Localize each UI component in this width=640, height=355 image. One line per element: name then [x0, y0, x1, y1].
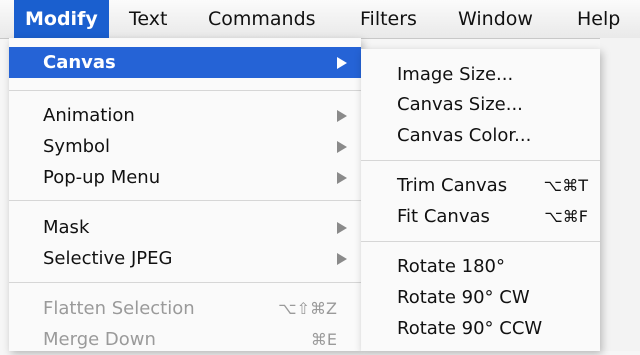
menu-item-merge-down[interactable]: Merge Down ⌘E	[9, 324, 361, 355]
menu-item-label: Animation	[43, 105, 135, 126]
submenu-item-canvas-color[interactable]: Canvas Color...	[361, 120, 600, 151]
submenu-item-rotate-90-ccw[interactable]: Rotate 90° CCW	[361, 313, 600, 344]
menu-item-mask[interactable]: Mask	[9, 212, 361, 243]
application-backdrop	[600, 38, 640, 351]
submenu-item-image-size[interactable]: Image Size...	[361, 59, 600, 90]
chevron-right-icon	[337, 110, 347, 122]
submenu-separator	[361, 241, 600, 242]
submenu-item-rotate-180[interactable]: Rotate 180°	[361, 251, 600, 282]
submenu-item-label: Canvas Size...	[397, 94, 523, 115]
chevron-right-icon	[337, 172, 347, 184]
submenu-item-label: Trim Canvas	[397, 175, 508, 196]
submenu-item-shortcut: ⌥⌘F	[544, 207, 588, 226]
submenu-item-trim-canvas[interactable]: Trim Canvas ⌥⌘T	[361, 170, 600, 201]
menu-item-label: Selective JPEG	[43, 248, 173, 269]
menu-item-label: Merge Down	[43, 329, 156, 350]
menu-item-animation[interactable]: Animation	[9, 100, 361, 131]
menubar-item-modify[interactable]: Modify	[14, 0, 109, 38]
submenu-item-label: Rotate 180°	[397, 256, 506, 277]
chevron-right-icon	[337, 253, 347, 265]
menubar-item-text[interactable]: Text	[118, 0, 178, 38]
menubar-item-filters[interactable]: Filters	[349, 0, 428, 38]
menu-item-label: Flatten Selection	[43, 298, 195, 319]
menu-item-flatten-selection[interactable]: Flatten Selection ⌥⇧⌘Z	[9, 293, 361, 324]
menu-item-shortcut: ⌥⇧⌘Z	[278, 299, 337, 318]
menu-separator	[9, 282, 361, 283]
menubar-item-commands[interactable]: Commands	[197, 0, 327, 38]
chevron-right-icon	[337, 222, 347, 234]
submenu-item-rotate-90-cw[interactable]: Rotate 90° CW	[361, 282, 600, 313]
menubar-item-help[interactable]: Help	[566, 0, 631, 38]
menu-item-shortcut: ⌘E	[310, 330, 337, 349]
modify-menu: Canvas Animation Symbol Pop-up Menu Mask…	[9, 38, 361, 351]
menu-item-popup-menu[interactable]: Pop-up Menu	[9, 162, 361, 193]
submenu-item-label: Rotate 90° CW	[397, 287, 530, 308]
chevron-right-icon	[337, 57, 347, 69]
menu-separator	[9, 90, 361, 91]
submenu-item-label: Rotate 90° CCW	[397, 318, 543, 339]
submenu-item-label: Canvas Color...	[397, 125, 532, 146]
submenu-item-shortcut: ⌥⌘T	[543, 176, 588, 195]
menu-item-symbol[interactable]: Symbol	[9, 131, 361, 162]
menu-item-label: Symbol	[43, 136, 111, 157]
menu-item-canvas[interactable]: Canvas	[9, 47, 361, 78]
submenu-item-label: Fit Canvas	[397, 206, 490, 227]
submenu-item-canvas-size[interactable]: Canvas Size...	[361, 89, 600, 120]
menu-separator	[9, 200, 361, 201]
menu-item-selective-jpeg[interactable]: Selective JPEG	[9, 243, 361, 274]
menu-item-label: Mask	[43, 217, 90, 238]
menu-item-label: Canvas	[43, 52, 116, 73]
menubar-item-window[interactable]: Window	[447, 0, 544, 38]
submenu-item-fit-canvas[interactable]: Fit Canvas ⌥⌘F	[361, 201, 600, 232]
menu-bar: Modify Text Commands Filters Window Help	[0, 0, 640, 39]
submenu-item-label: Image Size...	[397, 64, 514, 85]
menu-item-label: Pop-up Menu	[43, 167, 161, 188]
chevron-right-icon	[337, 141, 347, 153]
canvas-submenu: Image Size... Canvas Size... Canvas Colo…	[361, 49, 600, 351]
submenu-separator	[361, 160, 600, 161]
